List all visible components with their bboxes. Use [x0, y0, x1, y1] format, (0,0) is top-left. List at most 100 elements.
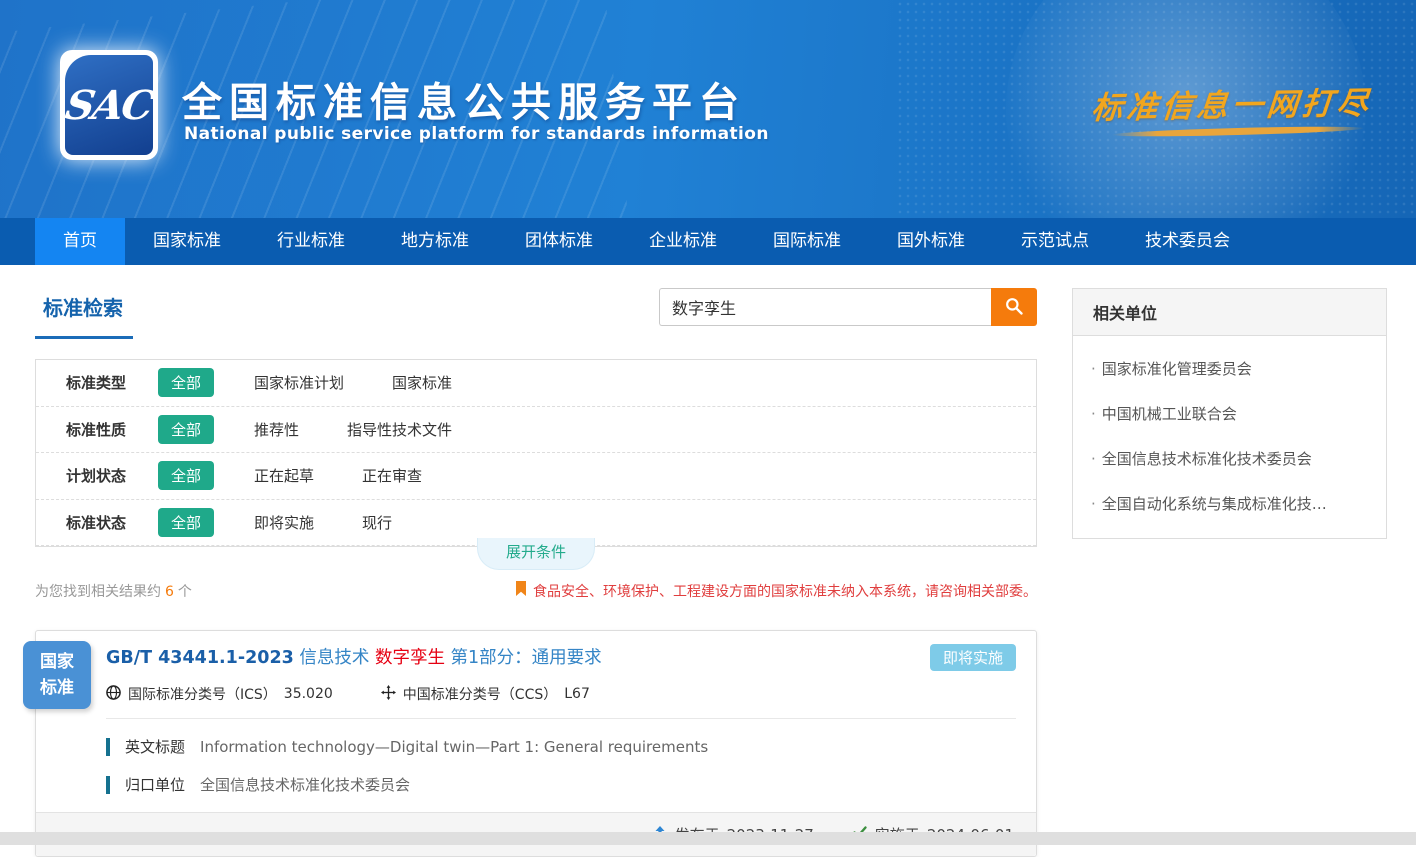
filter-label: 标准性质	[66, 419, 158, 440]
site-subtitle: National public service platform for sta…	[184, 124, 769, 144]
main-column: 标准检索 标准类型 全部 国家标准计划 国家标准	[35, 285, 1037, 857]
filter-all-button[interactable]: 全部	[158, 461, 214, 490]
related-unit-link[interactable]: · 国家标准化管理委员会	[1073, 346, 1386, 391]
standard-type-badge[interactable]: 国家 标准	[23, 641, 91, 709]
badge-line: 国家	[40, 649, 74, 675]
ccs-value: L67	[564, 686, 590, 702]
notice-text: 食品安全、环境保护、工程建设方面的国家标准未纳入本系统，请咨询相关部委。	[533, 581, 1037, 601]
filter-row-standard-nature: 标准性质 全部 推荐性 指导性技术文件	[36, 407, 1036, 454]
bullet: ·	[1091, 360, 1096, 378]
result-count-prefix: 为您找到相关结果约	[35, 584, 161, 600]
english-title-row: 英文标题 Information technology—Digital twin…	[106, 736, 1016, 757]
related-units-list: · 国家标准化管理委员会 · 中国机械工业联合会 · 全国信息技术标准化技术委员会 ·…	[1073, 336, 1386, 538]
nav-item-industry-standards[interactable]: 行业标准	[249, 218, 373, 265]
ics-item: 国际标准分类号（ICS） 35.020	[106, 684, 333, 704]
card-body: GB/T 43441.1-2023 信息技术 数字孪生 第1部分：通用要求 即将…	[36, 631, 1036, 795]
nav-item-home[interactable]: 首页	[35, 218, 125, 265]
search-button[interactable]	[991, 288, 1037, 326]
globe-icon	[106, 685, 121, 704]
ics-label: 国际标准分类号（ICS）	[128, 684, 277, 704]
filter-all-button[interactable]: 全部	[158, 508, 214, 537]
bullet: ·	[1091, 495, 1096, 513]
page-title: 标准检索	[35, 285, 133, 339]
ccs-label: 中国标准分类号（CCS）	[403, 684, 557, 704]
filter-option[interactable]: 国家标准计划	[254, 372, 344, 393]
related-unit-link[interactable]: · 全国信息技术标准化技术委员会	[1073, 436, 1386, 481]
filter-row-plan-status: 计划状态 全部 正在起草 正在审查	[36, 453, 1036, 500]
nav-item-pilot[interactable]: 示范试点	[993, 218, 1117, 265]
nav-item-group-standards[interactable]: 团体标准	[497, 218, 621, 265]
filter-option[interactable]: 指导性技术文件	[347, 419, 452, 440]
filter-all-button[interactable]: 全部	[158, 415, 214, 444]
nav-item-international-standards[interactable]: 国际标准	[745, 218, 869, 265]
standard-title-post[interactable]: 第1部分：通用要求	[451, 648, 602, 668]
system-notice: 食品安全、环境保护、工程建设方面的国家标准未纳入本系统，请咨询相关部委。	[515, 581, 1037, 601]
ics-value: 35.020	[284, 686, 333, 702]
related-unit-link[interactable]: · 中国机械工业联合会	[1073, 391, 1386, 436]
standard-code[interactable]: GB/T 43441.1-2023	[106, 648, 294, 668]
nav-item-enterprise-standards[interactable]: 企业标准	[621, 218, 745, 265]
related-unit-label: 国家标准化管理委员会	[1102, 360, 1252, 378]
expand-conditions-button[interactable]: 展开条件	[477, 538, 595, 570]
badge-line: 标准	[40, 675, 74, 701]
filter-all-button[interactable]: 全部	[158, 368, 214, 397]
site-title: 全国标准信息公共服务平台	[182, 70, 746, 128]
filter-row-standard-type: 标准类型 全部 国家标准计划 国家标准	[36, 360, 1036, 407]
result-count-suffix: 个	[178, 584, 192, 600]
filter-option[interactable]: 即将实施	[254, 512, 314, 533]
filter-label: 标准类型	[66, 372, 158, 393]
nav-item-foreign-standards[interactable]: 国外标准	[869, 218, 993, 265]
sac-logo[interactable]: SAC	[60, 50, 158, 160]
standard-title-pre[interactable]: 信息技术	[299, 648, 369, 668]
slogan-text: 标准信息一网打尽	[1090, 78, 1374, 128]
main-nav: 首页 国家标准 行业标准 地方标准 团体标准 企业标准 国际标准 国外标准 示范…	[0, 218, 1416, 265]
filter-label: 计划状态	[66, 465, 158, 486]
filter-option[interactable]: 正在审查	[362, 465, 422, 486]
related-units-panel: 相关单位 · 国家标准化管理委员会 · 中国机械工业联合会 · 全国信息技术标准化技术…	[1072, 288, 1387, 539]
sac-logo-text: SAC	[62, 82, 156, 129]
result-meta-row: 为您找到相关结果约6个 食品安全、环境保护、工程建设方面的国家标准未纳入本系统，…	[35, 581, 1037, 601]
status-badge: 即将实施	[930, 644, 1016, 671]
detail-label: 英文标题	[125, 736, 185, 757]
detail-value: Information technology—Digital twin—Part…	[200, 738, 708, 756]
standard-title-highlight[interactable]: 数字孪生	[375, 648, 445, 668]
result-count-number: 6	[165, 584, 174, 600]
nav-item-national-standards[interactable]: 国家标准	[125, 218, 249, 265]
page-content: 标准检索 标准类型 全部 国家标准计划 国家标准	[0, 265, 1416, 857]
nav-item-technical-committee[interactable]: 技术委员会	[1117, 218, 1258, 265]
nav-item-local-standards[interactable]: 地方标准	[373, 218, 497, 265]
ccs-item: 中国标准分类号（CCS） L67	[381, 684, 590, 704]
standard-title-link[interactable]: GB/T 43441.1-2023 信息技术 数字孪生 第1部分：通用要求	[106, 644, 602, 669]
search-input[interactable]	[659, 288, 991, 326]
result-card: 国家 标准 GB/T 43441.1-2023 信息技术 数字孪生 第1部分：通…	[35, 630, 1037, 857]
compass-icon	[381, 685, 396, 704]
teal-bar-decoration	[106, 738, 110, 756]
sac-logo-inner: SAC	[65, 55, 153, 155]
page-bottom-strip	[0, 832, 1416, 845]
search-icon	[1004, 296, 1024, 319]
filter-panel: 标准类型 全部 国家标准计划 国家标准 标准性质 全部 推荐性 指导性技术文件 …	[35, 359, 1037, 547]
filter-option[interactable]: 正在起草	[254, 465, 314, 486]
detail-label: 归口单位	[125, 774, 185, 795]
card-title-row: GB/T 43441.1-2023 信息技术 数字孪生 第1部分：通用要求 即将…	[106, 644, 1016, 671]
classification-row: 国际标准分类号（ICS） 35.020	[106, 684, 1016, 719]
filter-label: 标准状态	[66, 512, 158, 533]
filter-option[interactable]: 现行	[362, 512, 392, 533]
related-unit-label: 中国机械工业联合会	[1102, 405, 1237, 423]
related-unit-label: 全国信息技术标准化技术委员会	[1102, 450, 1312, 468]
related-unit-label: 全国自动化系统与集成标准化技…	[1102, 495, 1327, 513]
result-count: 为您找到相关结果约6个	[35, 581, 192, 601]
bullet: ·	[1091, 405, 1096, 423]
related-units-title: 相关单位	[1073, 289, 1386, 336]
committee-row: 归口单位 全国信息技术标准化技术委员会	[106, 774, 1016, 795]
search-row: 标准检索	[35, 285, 1037, 339]
page-header: SAC 全国标准信息公共服务平台 National public service…	[0, 0, 1416, 218]
bookmark-icon	[515, 581, 527, 601]
bullet: ·	[1091, 450, 1096, 468]
search-group	[659, 288, 1037, 326]
teal-bar-decoration	[106, 776, 110, 794]
related-unit-link[interactable]: · 全国自动化系统与集成标准化技…	[1073, 481, 1386, 526]
filter-option[interactable]: 推荐性	[254, 419, 299, 440]
filter-option[interactable]: 国家标准	[392, 372, 452, 393]
detail-value: 全国信息技术标准化技术委员会	[200, 774, 410, 795]
